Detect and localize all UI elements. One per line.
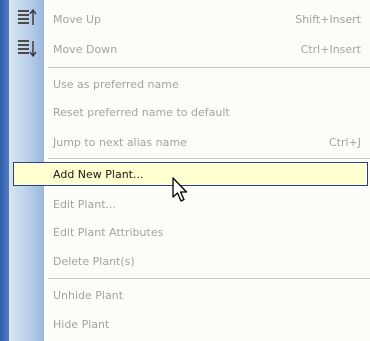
menu-item-label: Edit Plant Attributes bbox=[53, 226, 164, 239]
context-menu: Move Up Shift+Insert Move Down Ctrl+Inse… bbox=[0, 0, 370, 341]
menu-separator bbox=[48, 158, 370, 159]
menu-item-label: Move Up bbox=[53, 13, 102, 26]
menu-item-delete-plant[interactable]: Delete Plant(s) bbox=[0, 247, 370, 277]
move-up-icon bbox=[18, 8, 37, 25]
menu-item-label: Unhide Plant bbox=[53, 289, 124, 302]
menu-item-label: Hide Plant bbox=[53, 318, 110, 331]
menu-item-label: Reset preferred name to default bbox=[53, 106, 230, 119]
menu-item-label: Delete Plant(s) bbox=[53, 255, 135, 268]
menu-item-move-down[interactable]: Move Down Ctrl+Insert bbox=[0, 35, 370, 65]
menu-item-edit-plant-attributes[interactable]: Edit Plant Attributes bbox=[0, 218, 370, 248]
menu-item-shortcut: Ctrl+J bbox=[328, 136, 361, 149]
menu-item-label: Move Down bbox=[53, 43, 118, 56]
menu-item-unhide-plant[interactable]: Unhide Plant bbox=[0, 281, 370, 311]
menu-item-label: Edit Plant... bbox=[53, 198, 117, 211]
menu-item-hide-plant[interactable]: Hide Plant bbox=[0, 310, 370, 340]
arrow-cursor-icon bbox=[172, 177, 188, 202]
menu-item-label: Add New Plant... bbox=[53, 168, 144, 181]
move-down-icon bbox=[18, 40, 37, 58]
menu-item-reset-preferred-name[interactable]: Reset preferred name to default bbox=[0, 98, 370, 128]
menu-item-shortcut: Ctrl+Insert bbox=[300, 43, 361, 56]
menu-separator bbox=[48, 67, 370, 68]
menu-item-use-as-preferred-name[interactable]: Use as preferred name bbox=[0, 70, 370, 100]
menu-item-shortcut: Shift+Insert bbox=[295, 13, 361, 26]
menu-separator bbox=[48, 278, 370, 279]
menu-item-label: Use as preferred name bbox=[53, 78, 179, 91]
menu-item-move-up[interactable]: Move Up Shift+Insert bbox=[0, 5, 370, 35]
menu-item-label: Jump to next alias name bbox=[53, 136, 187, 149]
menu-item-jump-to-next-alias[interactable]: Jump to next alias name Ctrl+J bbox=[0, 128, 370, 158]
